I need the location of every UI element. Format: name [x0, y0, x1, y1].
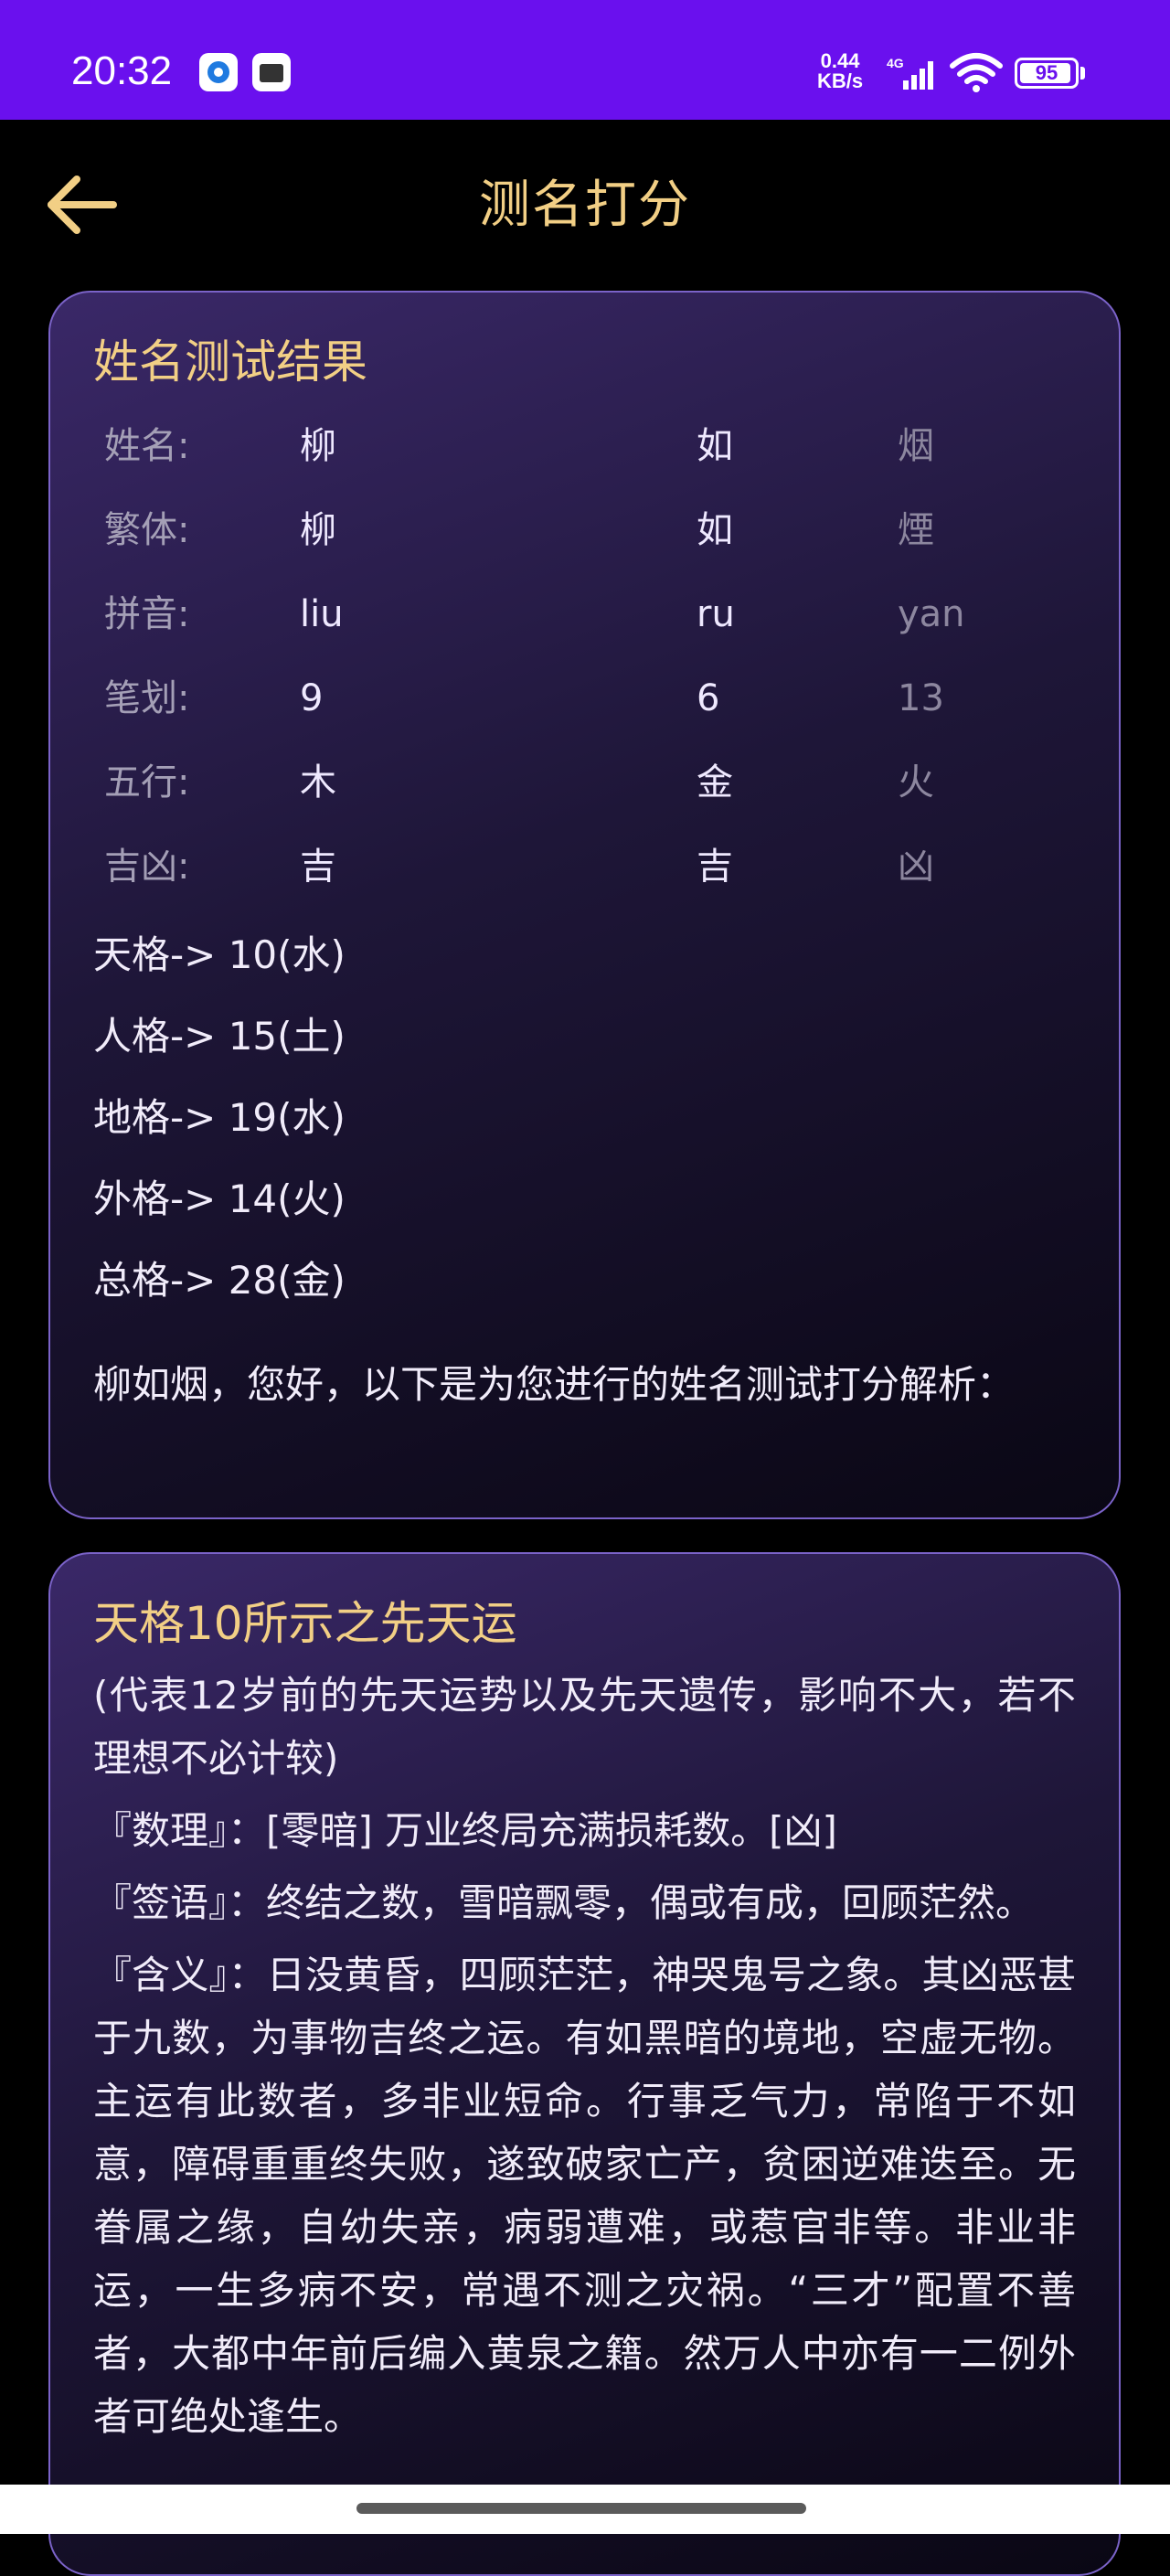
- wifi-icon: [950, 53, 1003, 92]
- table-row: 姓名: 柳 如 烟: [93, 404, 1076, 488]
- list-item: 外格-> 14(火): [93, 1176, 346, 1221]
- table-cell: 柳: [300, 509, 336, 551]
- list-item: 地格-> 19(水): [93, 1095, 346, 1140]
- tiange-card: 天格10所示之先天运 (代表12岁前的先天运势以及先天遗传，影响不大，若不理想不…: [48, 1552, 1121, 2576]
- table-cell: 13: [898, 677, 944, 719]
- table-row: 拼音: liu ru yan: [93, 572, 1076, 656]
- table-cell: 6: [697, 677, 720, 719]
- navigation-bar: [0, 2485, 1170, 2534]
- row-label: 笔划:: [104, 677, 190, 719]
- table-row: 繁体: 柳 如 煙: [93, 488, 1076, 572]
- row-label: 五行:: [104, 761, 190, 804]
- table-cell: ru: [697, 593, 735, 635]
- hanyi-text: 『含义』：日没黄昏，四顾茫茫，神哭鬼号之象。其凶恶甚于九数，为事物吉终之运。有如…: [93, 1953, 1076, 2439]
- table-cell: 煙: [898, 509, 934, 551]
- card-title: 天格10所示之先天运: [93, 1597, 517, 1650]
- list-item: 总格-> 28(金): [93, 1258, 346, 1303]
- qianyu-text: 『签语』：终结之数，雪暗飘零，偶或有成，回顾茫然。: [93, 1880, 1035, 1925]
- page-title: 测名打分: [479, 176, 691, 235]
- table-cell: yan: [898, 593, 965, 635]
- list-item: 天格-> 10(水): [93, 932, 346, 977]
- name-result-card: 姓名测试结果 姓名: 柳 如 烟 繁体: 柳 如 煙 拼音: liu ru ya…: [48, 291, 1121, 1519]
- app-header: 测名打分: [0, 120, 1170, 293]
- row-label: 姓名:: [104, 425, 190, 467]
- table-cell: 烟: [898, 425, 934, 467]
- table-cell: 吉: [300, 846, 336, 888]
- home-indicator[interactable]: [356, 2503, 806, 2514]
- greeting-text: 柳如烟，您好，以下是为您进行的姓名测试打分解析：: [93, 1362, 1016, 1407]
- row-label: 繁体:: [104, 509, 190, 551]
- status-bar: 20:32 0.44 KB/s 4G 95: [0, 0, 1170, 120]
- table-cell: 吉: [697, 846, 733, 888]
- table-row: 笔划: 9 6 13: [93, 656, 1076, 740]
- battery-icon: 95: [1015, 58, 1079, 89]
- table-cell: 9: [300, 677, 324, 719]
- app-notification-icon: [199, 53, 238, 91]
- table-row: 五行: 木 金 火: [93, 740, 1076, 825]
- status-time: 20:32: [71, 48, 173, 93]
- table-cell: liu: [300, 593, 344, 635]
- table-cell: 柳: [300, 425, 336, 467]
- ge-list: 天格-> 10(水) 人格-> 15(土) 地格-> 19(水) 外格-> 14…: [93, 914, 1076, 1321]
- table-cell: 金: [697, 761, 733, 804]
- list-item: 人格-> 15(土): [93, 1014, 346, 1059]
- card-title: 姓名测试结果: [93, 335, 367, 389]
- note-text: (代表12岁前的先天运势以及先天遗传，影响不大，若不理想不必计较): [93, 1673, 1076, 1781]
- table-row: 吉凶: 吉 吉 凶: [93, 825, 1076, 909]
- table-cell: 如: [697, 425, 733, 467]
- table-cell: 凶: [898, 846, 934, 888]
- signal-icon: 4G: [887, 57, 933, 90]
- network-speed-value: 0.44: [820, 49, 860, 72]
- network-type: 4G: [887, 57, 904, 70]
- table-cell: 火: [898, 761, 934, 804]
- name-info-table: 姓名: 柳 如 烟 繁体: 柳 如 煙 拼音: liu ru yan 笔划: 9…: [93, 404, 1076, 909]
- battery-tip: [1080, 67, 1085, 80]
- table-cell: 如: [697, 509, 733, 551]
- shuli-text: 『数理』：[零暗] 万业终局充满损耗数。[凶]: [93, 1808, 837, 1853]
- network-speed-unit: KB/s: [817, 69, 864, 92]
- table-cell: 木: [300, 761, 336, 804]
- row-label: 吉凶:: [104, 846, 190, 888]
- row-label: 拼音:: [104, 593, 190, 635]
- app-notification-icon-2: [252, 53, 291, 91]
- network-speed: 0.44 KB/s: [817, 51, 863, 91]
- battery-level: 95: [1035, 61, 1058, 84]
